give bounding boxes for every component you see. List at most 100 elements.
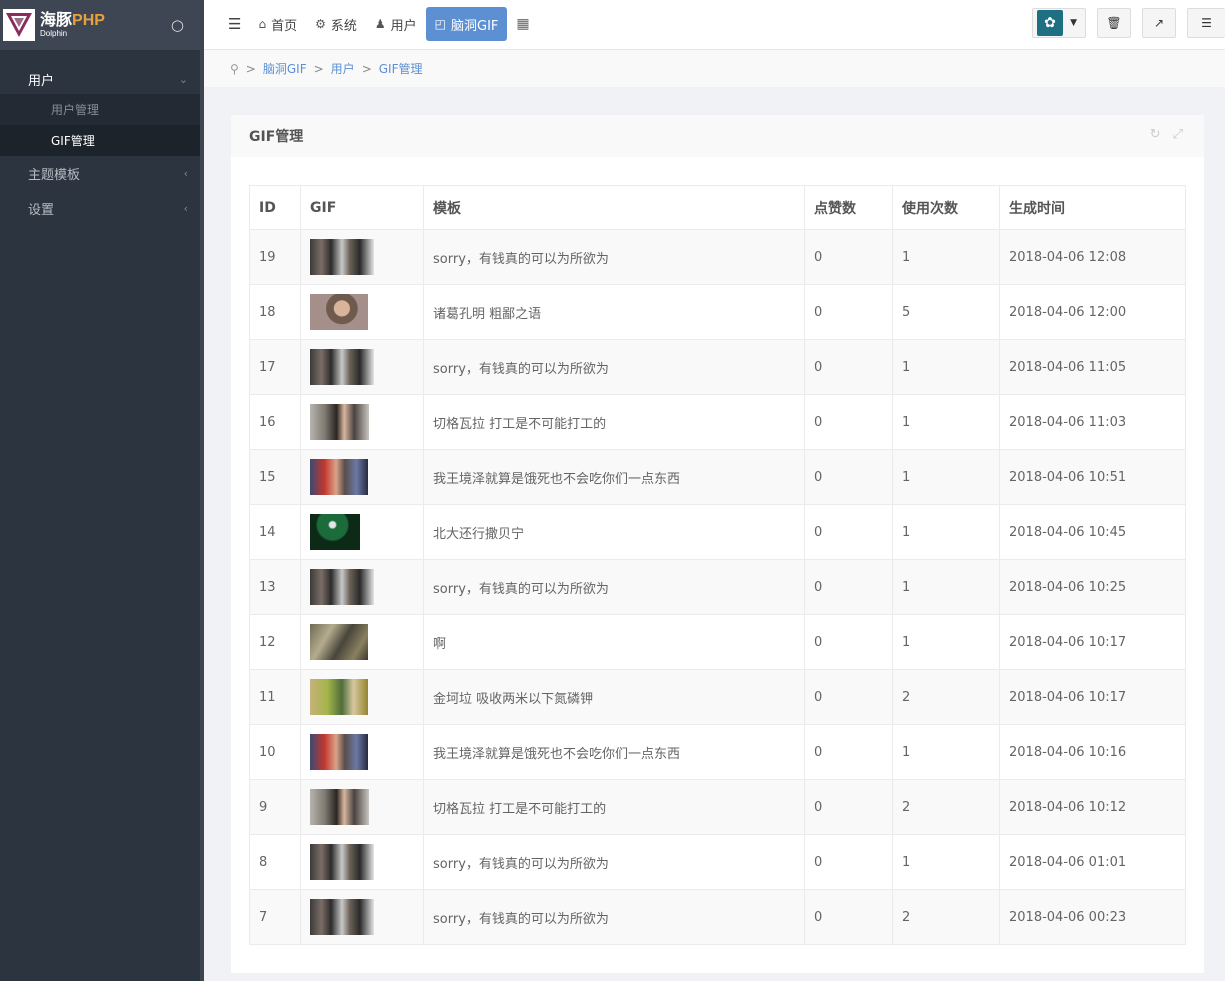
clear-cache-button[interactable]: 🗑 (1097, 8, 1131, 38)
cell-id: 13 (249, 559, 301, 615)
theme-drop-icon[interactable]: ○ (171, 16, 184, 34)
cell-template: 切格瓦拉 打工是不可能打工的 (423, 394, 805, 450)
cell-likes: 0 (804, 669, 893, 725)
cell-gif (300, 889, 424, 945)
sidebar-subitem-user-management[interactable]: 用户管理 (0, 94, 200, 125)
gif-thumbnail[interactable] (310, 899, 374, 935)
cell-created-time: 2018-04-06 10:17 (999, 614, 1186, 670)
table-row: 11 金坷垃 吸收两米以下氮磷钾 0 2 2018-04-06 10:17 (249, 669, 1186, 725)
cell-template: 我王境泽就算是饿死也不会吃你们一点东西 (423, 724, 805, 780)
gif-thumbnail[interactable] (310, 349, 374, 385)
gif-thumbnail[interactable] (310, 569, 374, 605)
cell-gif (300, 229, 424, 285)
sidebar-item-users[interactable]: 用户 ⌄ (0, 64, 200, 94)
nav-apps-button[interactable]: ▦ (507, 7, 538, 41)
nav-system[interactable]: ⚙ 系统 (306, 7, 366, 41)
header-tools: ✿ ▼ 🗑 ↗ ☰ (1032, 8, 1225, 38)
cell-created-time: 2018-04-06 10:16 (999, 724, 1186, 780)
sidebar-toggle-button[interactable]: ☰ (222, 7, 249, 41)
cell-created-time: 2018-04-06 01:01 (999, 834, 1186, 890)
cell-likes: 0 (804, 394, 893, 450)
settings-panel-button[interactable]: ☰ (1187, 8, 1225, 38)
gif-thumbnail[interactable] (310, 294, 368, 330)
avatar: ✿ (1037, 10, 1063, 36)
gear-icon: ⚙ (315, 17, 326, 31)
cell-template: 我王境泽就算是饿死也不会吃你们一点东西 (423, 449, 805, 505)
breadcrumb-item[interactable]: 脑洞GIF (263, 60, 307, 77)
cell-gif (300, 724, 424, 780)
gif-thumbnail[interactable] (310, 679, 368, 715)
table-row: 19 sorry，有钱真的可以为所欲为 0 1 2018-04-06 12:08 (249, 229, 1186, 285)
sidebar-item-theme-templates[interactable]: 主题模板 ‹ (0, 156, 200, 191)
cell-gif (300, 449, 424, 505)
cell-created-time: 2018-04-06 11:03 (999, 394, 1186, 450)
nav-naodong-gif[interactable]: ◰ 脑洞GIF (425, 7, 508, 41)
column-header-gif[interactable]: GIF (300, 185, 424, 230)
column-header-template[interactable]: 模板 (423, 185, 805, 230)
cell-id: 17 (249, 339, 301, 395)
gif-thumbnail[interactable] (310, 789, 369, 825)
cell-gif (300, 394, 424, 450)
cell-id: 10 (249, 724, 301, 780)
sidebar-subitem-gif-management[interactable]: GIF管理 (0, 125, 200, 156)
open-site-button[interactable]: ↗ (1142, 8, 1176, 38)
cell-likes: 0 (804, 229, 893, 285)
sidebar-item-settings[interactable]: 设置 ‹ (0, 191, 200, 226)
cell-likes: 0 (804, 559, 893, 615)
table-row: 8 sorry，有钱真的可以为所欲为 0 1 2018-04-06 01:01 (249, 834, 1186, 890)
cell-uses: 1 (892, 559, 1000, 615)
fullscreen-icon[interactable]: ⤢ (1173, 127, 1183, 142)
gif-thumbnail[interactable] (310, 404, 369, 440)
cell-uses: 1 (892, 229, 1000, 285)
gif-thumbnail[interactable] (310, 734, 368, 770)
cell-gif (300, 504, 424, 560)
cell-template: sorry，有钱真的可以为所欲为 (423, 339, 805, 395)
home-icon: ⌂ (258, 17, 267, 31)
cell-id: 14 (249, 504, 301, 560)
user-menu-button[interactable]: ✿ ▼ (1032, 8, 1086, 38)
cell-id: 7 (249, 889, 301, 945)
table-row: 18 诸葛孔明 粗鄙之语 0 5 2018-04-06 12:00 (249, 284, 1186, 340)
cell-gif (300, 669, 424, 725)
block-header: GIF管理 ↻ ⤢ (231, 115, 1204, 157)
user-icon: ♟ (374, 17, 386, 31)
breadcrumb-separator: > (313, 61, 324, 76)
nav-user[interactable]: ♟ 用户 (366, 7, 426, 41)
gif-thumbnail[interactable] (310, 624, 368, 660)
cell-likes: 0 (804, 779, 893, 835)
gif-thumbnail[interactable] (310, 844, 374, 880)
block-title: GIF管理 (249, 129, 304, 145)
column-header-uses[interactable]: 使用次数 (892, 185, 1000, 230)
cell-gif (300, 779, 424, 835)
table-body: 19 sorry，有钱真的可以为所欲为 0 1 2018-04-06 12:08 18 诸葛… (249, 229, 1186, 945)
gif-thumbnail[interactable] (310, 459, 368, 495)
cell-id: 12 (249, 614, 301, 670)
nav-label: 系统 (330, 18, 357, 34)
cell-gif (300, 834, 424, 890)
column-header-created-time[interactable]: 生成时间 (999, 185, 1186, 230)
sidebar: 海豚PHP Dolphin ○ 用户 ⌄ 用户管理 GIF管理 主题模板 ‹ 设… (0, 0, 200, 981)
cell-created-time: 2018-04-06 11:05 (999, 339, 1186, 395)
table-row: 12 啊 0 1 2018-04-06 10:17 (249, 614, 1186, 670)
gif-table: ID GIF 模板 点赞数 使用次数 生成时间 19 sorry，有钱真的可以为所… (249, 185, 1186, 945)
refresh-icon[interactable]: ↻ (1150, 127, 1161, 142)
cell-created-time: 2018-04-06 10:45 (999, 504, 1186, 560)
cell-template: sorry，有钱真的可以为所欲为 (423, 889, 805, 945)
caret-down-icon: ▼ (1070, 18, 1077, 28)
breadcrumb-item[interactable]: GIF管理 (379, 60, 423, 77)
map-marker-icon[interactable]: ⚲ (230, 62, 239, 76)
cell-uses: 2 (892, 779, 1000, 835)
column-header-id[interactable]: ID (249, 185, 301, 230)
chevron-left-icon: ‹ (183, 167, 188, 180)
block-options: ↻ ⤢ (1138, 127, 1183, 142)
brand-header[interactable]: 海豚PHP Dolphin ○ (0, 0, 200, 50)
breadcrumb-item[interactable]: 用户 (331, 60, 355, 77)
nav-home[interactable]: ⌂ 首页 (249, 7, 306, 41)
cell-likes: 0 (804, 284, 893, 340)
column-header-likes[interactable]: 点赞数 (804, 185, 893, 230)
cell-gif (300, 559, 424, 615)
gif-thumbnail[interactable] (310, 514, 360, 550)
sidebar-submenu-users: 用户管理 GIF管理 (0, 94, 200, 156)
cell-id: 9 (249, 779, 301, 835)
gif-thumbnail[interactable] (310, 239, 374, 275)
